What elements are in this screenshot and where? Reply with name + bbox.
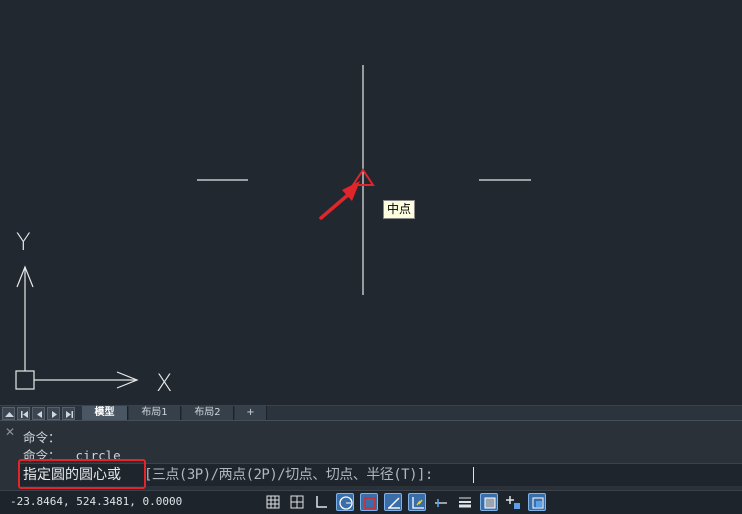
coordinate-readout: -23.8464, 524.3481, 0.0000 [10, 495, 183, 508]
object-snap-icon[interactable] [360, 493, 378, 511]
selection-cycling-icon[interactable] [504, 493, 522, 511]
grid-display-icon[interactable] [288, 493, 306, 511]
last-icon [66, 411, 73, 418]
snap-tooltip: 中点 [383, 200, 416, 219]
first-tab-button[interactable] [17, 407, 30, 420]
annotation-monitor-icon[interactable] [528, 493, 546, 511]
lineweight-icon[interactable] [456, 493, 474, 511]
object-snap-tracking-icon[interactable] [384, 493, 402, 511]
text-cursor [473, 467, 474, 483]
layout-tabs-bar: 模型 布局1 布局2 + [0, 405, 742, 421]
tab-model[interactable]: 模型 [82, 406, 128, 421]
command-history-line: 命令： [23, 430, 61, 445]
prompt-highlight-box [18, 459, 146, 489]
drawing-svg[interactable]: Y X [0, 0, 742, 405]
dynamic-input-icon[interactable] [408, 493, 426, 511]
add-layout-tab[interactable]: + [235, 406, 267, 421]
annotation-arrow-shaft [319, 192, 351, 220]
prev-tab-button[interactable] [32, 407, 45, 420]
prev-icon [37, 411, 42, 418]
next-tab-button[interactable] [47, 407, 60, 420]
tab-layout1[interactable]: 布局1 [129, 406, 181, 421]
close-icon[interactable]: ✕ [5, 426, 17, 438]
ucs-x-label: X [156, 369, 172, 397]
model-space-grid-icon[interactable] [264, 493, 282, 511]
ucs-origin-box [15, 370, 35, 390]
status-bar: -23.8464, 524.3481, 0.0000 [0, 490, 742, 514]
command-options[interactable]: [三点(3P)/两点(2P)/切点、切点、半径(T)]: [144, 466, 433, 484]
first-icon [21, 411, 28, 418]
dynamic-ucs-icon[interactable] [432, 493, 450, 511]
last-tab-button[interactable] [62, 407, 75, 420]
ucs-y-label: Y [16, 228, 31, 256]
triangle-up-icon [5, 412, 14, 417]
transparency-icon[interactable] [480, 493, 498, 511]
tab-menu-button[interactable] [2, 407, 15, 420]
next-icon [52, 411, 57, 418]
drawing-canvas[interactable]: Y X 中点 [0, 0, 742, 405]
ortho-mode-icon[interactable] [312, 493, 330, 511]
tab-layout2[interactable]: 布局2 [182, 406, 234, 421]
polar-tracking-icon[interactable] [336, 493, 354, 511]
